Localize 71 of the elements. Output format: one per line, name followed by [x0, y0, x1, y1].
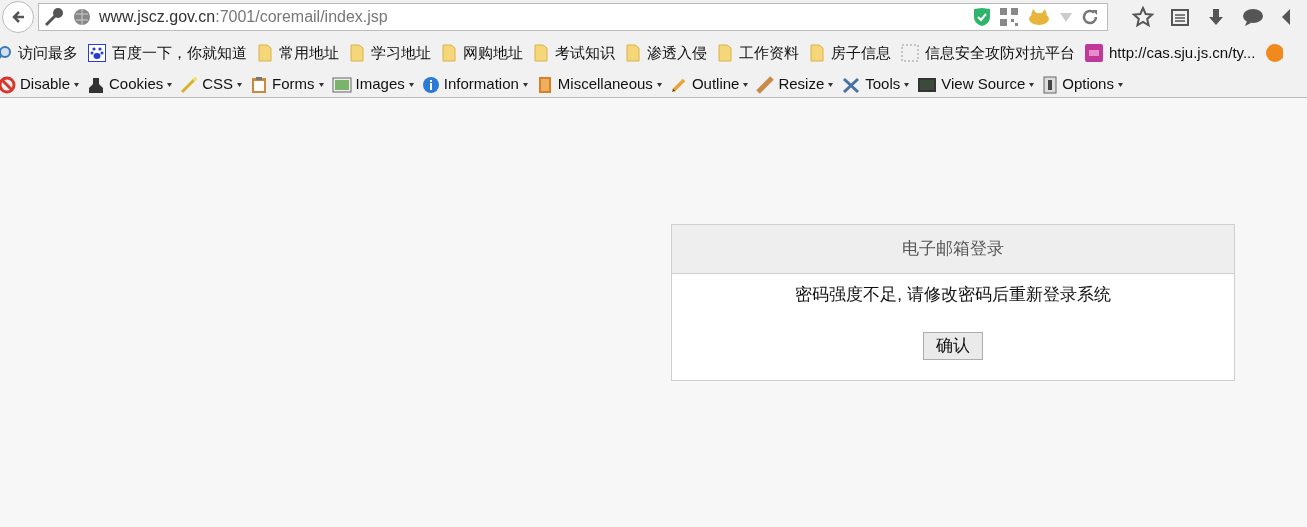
bookmark-item[interactable]: 访问最多: [0, 41, 78, 65]
toolbar-menu[interactable]: Outline: [669, 73, 749, 96]
bookmark-item[interactable]: 信息安全攻防对抗平台: [901, 41, 1075, 65]
bookmark-item[interactable]: 考试知识: [533, 41, 615, 65]
toolbar-menu[interactable]: Tools: [841, 73, 910, 96]
dialog-title: 电子邮箱登录: [902, 238, 1004, 261]
bookmark-item[interactable]: 渗透入侵: [625, 41, 707, 65]
caret-icon: [318, 82, 324, 87]
bookmark-item[interactable]: 网购地址: [441, 41, 523, 65]
caret-icon: [522, 82, 528, 87]
options-icon: [1042, 75, 1059, 94]
caret-icon: [408, 82, 414, 87]
caret-icon: [828, 82, 834, 87]
prohibited-icon: [0, 75, 16, 94]
folder-icon: [717, 44, 733, 62]
toolbar-menu[interactable]: Cookies: [87, 73, 173, 96]
bookmark-item[interactable]: 常用地址: [257, 41, 339, 65]
url-text: www.jscz.gov.cn:7001/coremail/index.jsp: [99, 7, 388, 27]
address-bar[interactable]: www.jscz.gov.cn:7001/coremail/index.jsp: [38, 3, 1108, 31]
bookmark-item[interactable]: 工作资料: [717, 41, 799, 65]
bookmark-item[interactable]: http://cas.sju.js.cn/ty...: [1085, 41, 1256, 65]
toolbar-menu[interactable]: View Source: [917, 73, 1035, 96]
caret-icon: [1117, 82, 1123, 87]
caret-icon: [656, 82, 662, 87]
toolbar-menu[interactable]: Images: [331, 73, 414, 96]
folder-icon: [625, 44, 641, 62]
caret-icon: [1029, 82, 1035, 87]
app-icon: [1085, 44, 1103, 62]
chat-icon[interactable]: [1242, 7, 1264, 27]
star-icon[interactable]: [1132, 6, 1154, 28]
toolbar-menu[interactable]: Miscellaneous: [535, 73, 662, 96]
toolbar-menu[interactable]: CSS: [180, 73, 243, 96]
toolbar-menu[interactable]: Resize: [756, 73, 834, 96]
back-arrow-icon: [10, 9, 26, 25]
clipboard-icon[interactable]: [1170, 7, 1190, 27]
page-icon: [901, 44, 919, 62]
back-button[interactable]: [2, 1, 34, 33]
terminal-icon: [917, 76, 938, 93]
toolbar-menu[interactable]: Disable: [0, 73, 80, 96]
wand-icon: [180, 75, 199, 94]
bookmark-item[interactable]: 百度一下，你就知道: [88, 41, 247, 65]
folder-icon: [533, 44, 549, 62]
reload-icon[interactable]: [1081, 8, 1099, 26]
toolbar-menu[interactable]: Forms: [250, 73, 324, 96]
confirm-button[interactable]: 确认: [923, 331, 983, 360]
magnifier-icon: [0, 45, 12, 61]
download-icon[interactable]: [1206, 7, 1226, 27]
toolbar-menu[interactable]: Information: [421, 73, 528, 96]
info-icon: [421, 75, 440, 94]
folder-icon: [349, 44, 365, 62]
dialog-message: 密码强度不足, 请修改密码后重新登录系统: [795, 284, 1111, 306]
folder-icon: [809, 44, 825, 62]
clipboard-icon: [250, 75, 269, 94]
key-icon: [43, 7, 65, 27]
caret-icon: [904, 82, 910, 87]
caret-icon: [74, 82, 80, 87]
ruler-icon: [756, 75, 775, 94]
caret-icon: [237, 82, 243, 87]
arrow-icon[interactable]: [1280, 7, 1290, 27]
qr-code-icon[interactable]: [999, 7, 1019, 27]
bookmark-item[interactable]: 房子信息: [809, 41, 891, 65]
image-icon: [331, 76, 352, 93]
shield-icon[interactable]: [973, 7, 991, 27]
caret-icon: [167, 82, 173, 87]
toolbar-menu[interactable]: Options: [1042, 73, 1123, 96]
paw-icon: [88, 44, 106, 62]
caret-icon: [743, 82, 749, 87]
bookmark-item[interactable]: 学习地址: [349, 41, 431, 65]
folder-icon: [441, 44, 457, 62]
folder-icon: [257, 44, 273, 62]
globe-icon: [73, 8, 91, 26]
